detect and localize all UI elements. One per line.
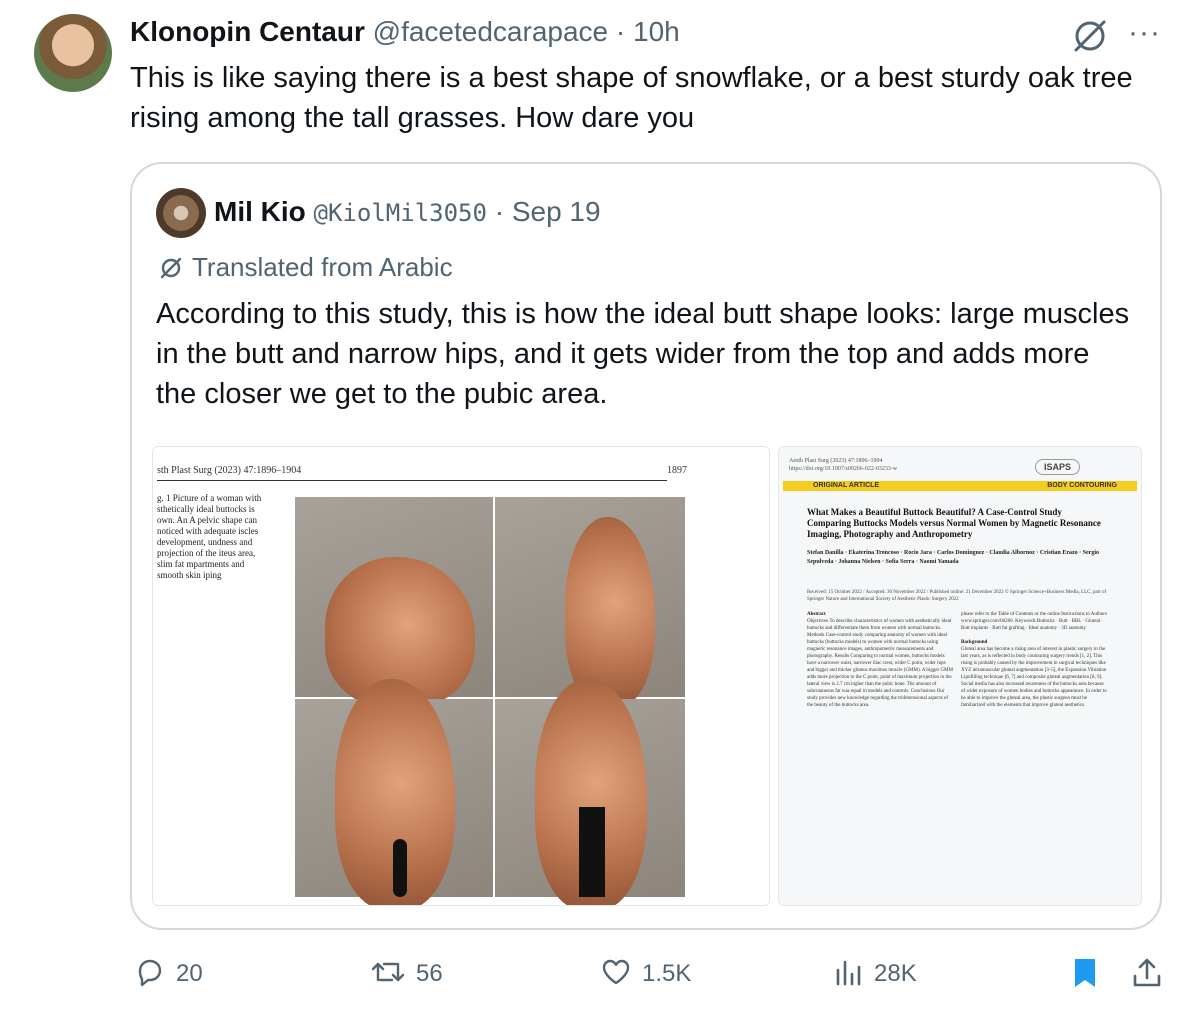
views-count: 28K — [874, 960, 917, 987]
article-type: ORIGINAL ARTICLE — [813, 482, 880, 489]
like-count: 1.5K — [642, 960, 692, 987]
isaps-logo: ISAPS — [1035, 459, 1081, 475]
quoted-tweet[interactable]: Mil Kio @KiolMil3050 · Sep 19 Translated… — [130, 162, 1162, 930]
background-heading: Background — [961, 640, 988, 645]
author-handle[interactable]: @facetedcarapace — [373, 16, 608, 47]
article-section: BODY CONTOURING — [1047, 482, 1117, 489]
like-icon — [602, 959, 630, 985]
journal-meta: Aesth Plast Surg (2023) 47:1896–1904 htt… — [789, 458, 898, 472]
media-image-article[interactable]: Aesth Plast Surg (2023) 47:1896–1904 htt… — [778, 446, 1142, 906]
views-icon — [836, 960, 861, 986]
share-icon — [1133, 958, 1161, 987]
keywords-text: please refer to the Table of Contents or… — [961, 612, 1107, 631]
share-button[interactable] — [1130, 956, 1174, 990]
figure-photo-1 — [295, 497, 493, 707]
translate-icon[interactable] — [1068, 14, 1112, 58]
quoted-author-handle[interactable]: @KiolMil3050 — [314, 199, 487, 227]
article-received: Received: 15 October 2022 / Accepted: 30… — [807, 590, 1107, 602]
figure-photo-2 — [495, 497, 685, 707]
separator: · — [615, 16, 626, 47]
reply-count: 20 — [176, 960, 203, 987]
repost-icon — [371, 962, 405, 982]
repost-count: 56 — [416, 960, 443, 987]
bookmark-button[interactable] — [1070, 956, 1110, 990]
abstract-text: Objectives To describe characteristics o… — [807, 619, 953, 708]
action-bar: 20 56 1.5K 28K — [0, 956, 1194, 996]
translated-text: Translated from Arabic — [192, 252, 453, 282]
separator: · — [494, 196, 505, 227]
figure-photo-3 — [295, 679, 493, 905]
repost-button[interactable]: 56 — [370, 956, 443, 988]
bookmark-icon — [1075, 959, 1095, 987]
translate-icon — [160, 257, 182, 279]
tweet-header: Klonopin Centaur @facetedcarapace · 10h — [130, 16, 680, 48]
censor-bar — [579, 807, 605, 897]
more-icon[interactable]: ··· — [1128, 16, 1161, 50]
translated-label[interactable]: Translated from Arabic — [158, 252, 453, 283]
page-header-left: sth Plast Surg (2023) 47:1896–1904 — [157, 465, 302, 476]
quoted-author-name[interactable]: Mil Kio — [214, 196, 306, 227]
views-button[interactable]: 28K — [834, 956, 917, 988]
quoted-author-avatar[interactable] — [156, 188, 206, 238]
tweet-time[interactable]: 10h — [633, 16, 680, 47]
abstract-heading: Abstract — [807, 612, 826, 617]
article-category-bar: ORIGINAL ARTICLE BODY CONTOURING — [783, 481, 1137, 491]
author-avatar[interactable] — [34, 14, 112, 92]
figure-caption: g. 1 Picture of a woman with sthetically… — [157, 493, 262, 580]
censor-bar — [393, 839, 407, 897]
quoted-tweet-text: According to this study, this is how the… — [156, 298, 1130, 410]
background-text: Gluteal area has become a rising area of… — [961, 647, 1107, 708]
reply-icon — [138, 959, 162, 987]
page-number: 1897 — [667, 465, 687, 476]
page-header: sth Plast Surg (2023) 47:1896–1904 1897 — [157, 465, 687, 481]
quoted-tweet-time[interactable]: Sep 19 — [512, 196, 601, 227]
article-column-left: Abstract Objectives To describe characte… — [807, 611, 953, 709]
article-authors: Stefan Danilla · Ekaterina Troncoso · Ro… — [807, 550, 1100, 565]
like-button[interactable]: 1.5K — [600, 956, 691, 988]
author-name[interactable]: Klonopin Centaur — [130, 16, 365, 47]
quoted-tweet-header: Mil Kio @KiolMil3050 · Sep 19 — [214, 196, 601, 228]
article-column-right: please refer to the Table of Contents or… — [961, 611, 1107, 709]
figure-photo-4 — [495, 679, 685, 905]
tweet-text: This is like saying there is a best shap… — [130, 62, 1133, 134]
media-image-figure[interactable]: sth Plast Surg (2023) 47:1896–1904 1897 … — [152, 446, 770, 906]
article-title: What Makes a Beautiful Buttock Beautiful… — [807, 507, 1101, 539]
media-grid: sth Plast Surg (2023) 47:1896–1904 1897 … — [152, 446, 1142, 906]
reply-button[interactable]: 20 — [134, 956, 203, 988]
